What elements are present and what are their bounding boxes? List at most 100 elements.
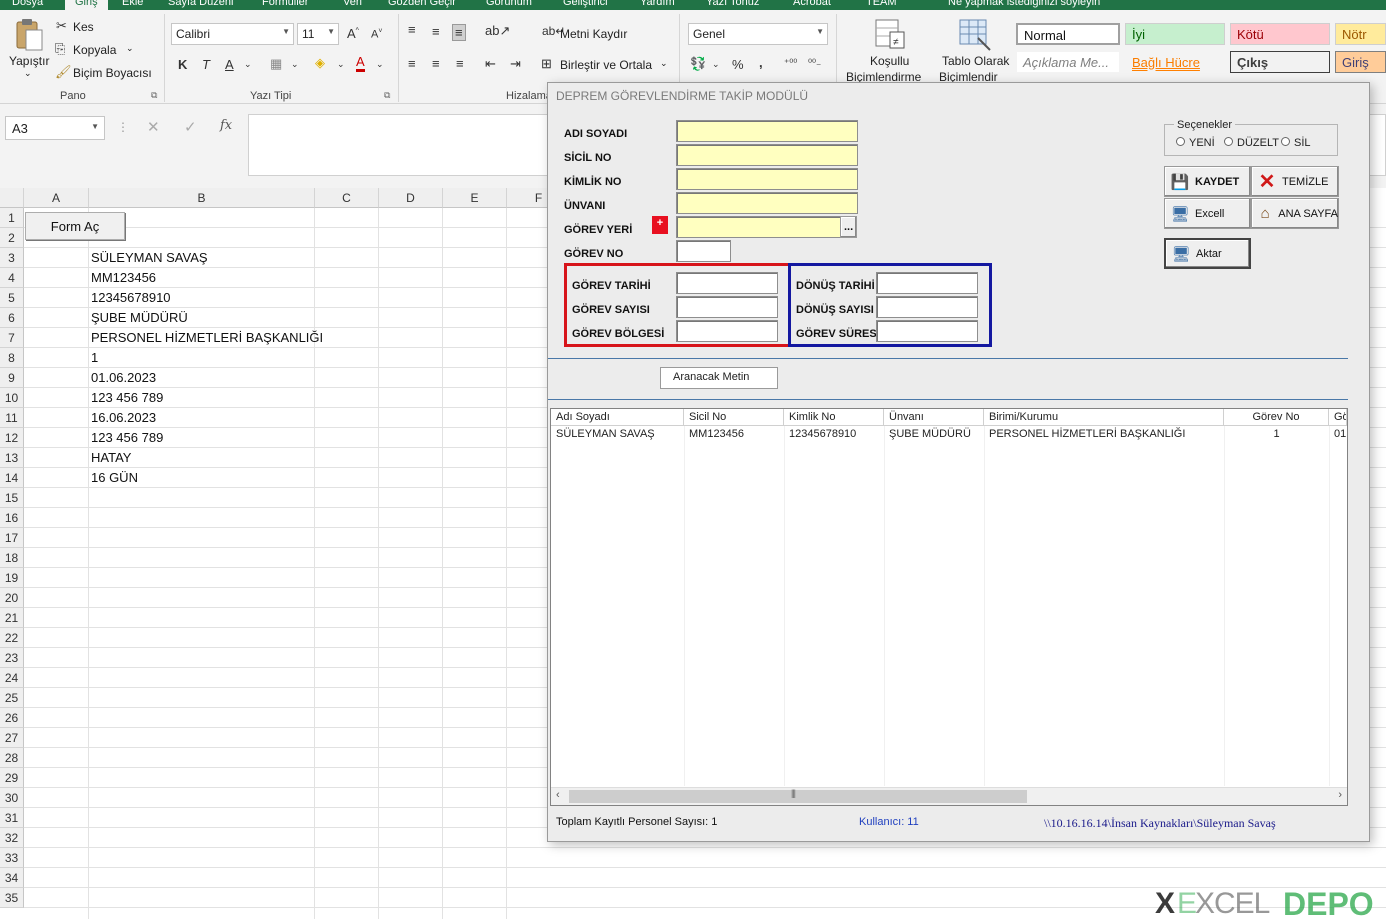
row-header[interactable]: 20 — [0, 588, 24, 608]
align-left-icon[interactable]: ≡ — [408, 56, 416, 71]
row-header[interactable]: 34 — [0, 868, 24, 888]
align-top-icon[interactable]: ≡ — [408, 22, 416, 37]
paste-label[interactable]: Yapıştır — [9, 54, 49, 68]
browse-gorev-yeri-button[interactable]: ... — [840, 216, 857, 238]
style-normal[interactable]: Normal — [1016, 23, 1120, 45]
row-header[interactable]: 4 — [0, 268, 24, 288]
orientation-icon[interactable]: ab↗ — [485, 23, 510, 39]
style-bad[interactable]: Kötü — [1230, 23, 1330, 45]
temizle-button[interactable]: ✕ TEMİZLE — [1251, 166, 1339, 197]
row-header[interactable]: 12 — [0, 428, 24, 448]
list-header-birimi[interactable]: Birimi/Kurumu — [984, 409, 1224, 426]
tab-file[interactable]: Dosya — [12, 0, 43, 8]
row-header[interactable]: 9 — [0, 368, 24, 388]
cell-b6[interactable]: ŞUBE MÜDÜRÜ — [91, 308, 188, 328]
number-format-select[interactable]: Genel ▼ — [688, 23, 828, 45]
list-header-unvani[interactable]: Ünvanı — [884, 409, 984, 426]
align-center-icon[interactable]: ≡ — [432, 56, 440, 71]
increase-indent-icon[interactable]: ⇥ — [510, 56, 521, 72]
paste-icon[interactable] — [14, 18, 44, 52]
tab-insert[interactable]: Ekle — [122, 0, 143, 8]
row-header[interactable]: 3 — [0, 248, 24, 268]
row-header[interactable]: 14 — [0, 468, 24, 488]
radio-yeni[interactable]: YENİ — [1176, 137, 1215, 149]
align-bottom-icon[interactable]: ≡ — [452, 24, 466, 41]
adi-soyadi-input[interactable] — [676, 120, 858, 142]
row-header[interactable]: 8 — [0, 348, 24, 368]
copy-dropdown-icon[interactable]: ⌄ — [126, 43, 134, 54]
cell-b10[interactable]: 123 456 789 — [91, 388, 163, 408]
row-header[interactable]: 35 — [0, 888, 24, 908]
sicil-no-input[interactable] — [676, 144, 858, 166]
gorev-no-input[interactable] — [676, 240, 731, 262]
enter-icon[interactable]: ✓ — [184, 118, 197, 136]
shrink-font-icon[interactable]: A˅ — [371, 28, 382, 41]
tab-formulas[interactable]: Formüller — [262, 0, 308, 8]
cut-icon[interactable]: ✂ — [56, 18, 67, 34]
copy-label[interactable]: Kopyala — [73, 43, 116, 57]
insert-function-button[interactable]: fx — [220, 118, 232, 133]
scrollbar-thumb[interactable]: ||| — [569, 788, 1027, 803]
align-middle-icon[interactable]: ≡ — [432, 24, 440, 39]
format-painter-icon[interactable]: 🖌 — [55, 64, 72, 80]
tab-font-tool[interactable]: Yazı Tonuz — [706, 0, 759, 8]
cell-b13[interactable]: HATAY — [91, 448, 131, 468]
donus-sayisi-input[interactable] — [876, 296, 978, 318]
row-header[interactable]: 11 — [0, 408, 24, 428]
cell-b8[interactable]: 1 — [91, 348, 98, 368]
cell-b14[interactable]: 16 GÜN — [91, 468, 138, 488]
unvani-input[interactable] — [676, 192, 858, 214]
cell-b7[interactable]: PERSONEL HİZMETLERİ BAŞKANLIĞI — [91, 328, 323, 348]
merge-center-icon[interactable]: ⊞ — [541, 56, 552, 72]
list-header-kimlik-no[interactable]: Kimlik No — [784, 409, 884, 426]
cell-b3[interactable]: SÜLEYMAN SAVAŞ — [91, 248, 208, 268]
excell-button[interactable]: 🖥 Excell — [1164, 198, 1251, 229]
conditional-formatting-label[interactable]: Koşullu — [870, 54, 909, 68]
currency-icon[interactable]: 💱 — [690, 56, 706, 72]
clipboard-launcher-icon[interactable]: ⧉ — [151, 90, 157, 101]
chevron-down-icon[interactable]: ⌄ — [712, 59, 720, 70]
chevron-down-icon[interactable]: ⌄ — [244, 59, 252, 70]
column-header-a[interactable]: A — [24, 188, 89, 208]
style-good[interactable]: İyi — [1125, 23, 1225, 45]
format-as-table-icon[interactable] — [958, 18, 992, 52]
tab-team[interactable]: TEAM — [866, 0, 897, 8]
tab-review[interactable]: Gözden Geçir — [388, 0, 456, 8]
row-header[interactable]: 19 — [0, 568, 24, 588]
comma-button[interactable]: , — [759, 55, 763, 70]
fill-color-icon[interactable]: ◈ — [315, 55, 325, 71]
row-header[interactable]: 31 — [0, 808, 24, 828]
row-header[interactable]: 23 — [0, 648, 24, 668]
row-header[interactable]: 10 — [0, 388, 24, 408]
row-header[interactable]: 30 — [0, 788, 24, 808]
tell-me-search[interactable]: Ne yapmak istediğinizi söyleyin — [948, 0, 1100, 8]
tab-help[interactable]: Yardım — [640, 0, 675, 8]
tab-developer[interactable]: Geliştirici — [563, 0, 608, 8]
row-header[interactable]: 16 — [0, 508, 24, 528]
tab-data[interactable]: Veri — [343, 0, 362, 8]
row-header[interactable]: 5 — [0, 288, 24, 308]
tab-home[interactable]: Giriş — [65, 0, 108, 10]
more-options-icon[interactable]: ⋮ — [117, 120, 129, 134]
row-header[interactable]: 18 — [0, 548, 24, 568]
paste-dropdown-icon[interactable]: ⌄ — [24, 68, 32, 79]
personnel-listview[interactable]: Adı Soyadı Sicil No Kimlik No Ünvanı Bir… — [550, 408, 1348, 806]
list-header-gorev-tarihi[interactable]: Gö — [1329, 409, 1347, 426]
gorev-suresi-input[interactable] — [876, 320, 978, 342]
row-header[interactable]: 15 — [0, 488, 24, 508]
bold-button[interactable]: K — [178, 57, 187, 72]
style-neutral[interactable]: Nötr — [1335, 23, 1386, 45]
gorev-bolgesi-input[interactable] — [676, 320, 778, 342]
cancel-icon[interactable]: ✕ — [147, 118, 160, 136]
borders-icon[interactable]: ▦ — [270, 56, 282, 72]
cell-b4[interactable]: MM123456 — [91, 268, 156, 288]
grow-font-icon[interactable]: A^ — [347, 26, 359, 41]
tab-view[interactable]: Görünüm — [486, 0, 532, 8]
gorev-yeri-input[interactable] — [676, 216, 841, 238]
copy-icon[interactable]: ⎘ — [55, 41, 65, 57]
donus-tarihi-input[interactable] — [876, 272, 978, 294]
cell-b5[interactable]: 12345678910 — [91, 288, 171, 308]
style-output[interactable]: Çıkış — [1230, 51, 1330, 73]
list-header-adi-soyadi[interactable]: Adı Soyadı — [551, 409, 684, 426]
cell-b11[interactable]: 16.06.2023 — [91, 408, 156, 428]
